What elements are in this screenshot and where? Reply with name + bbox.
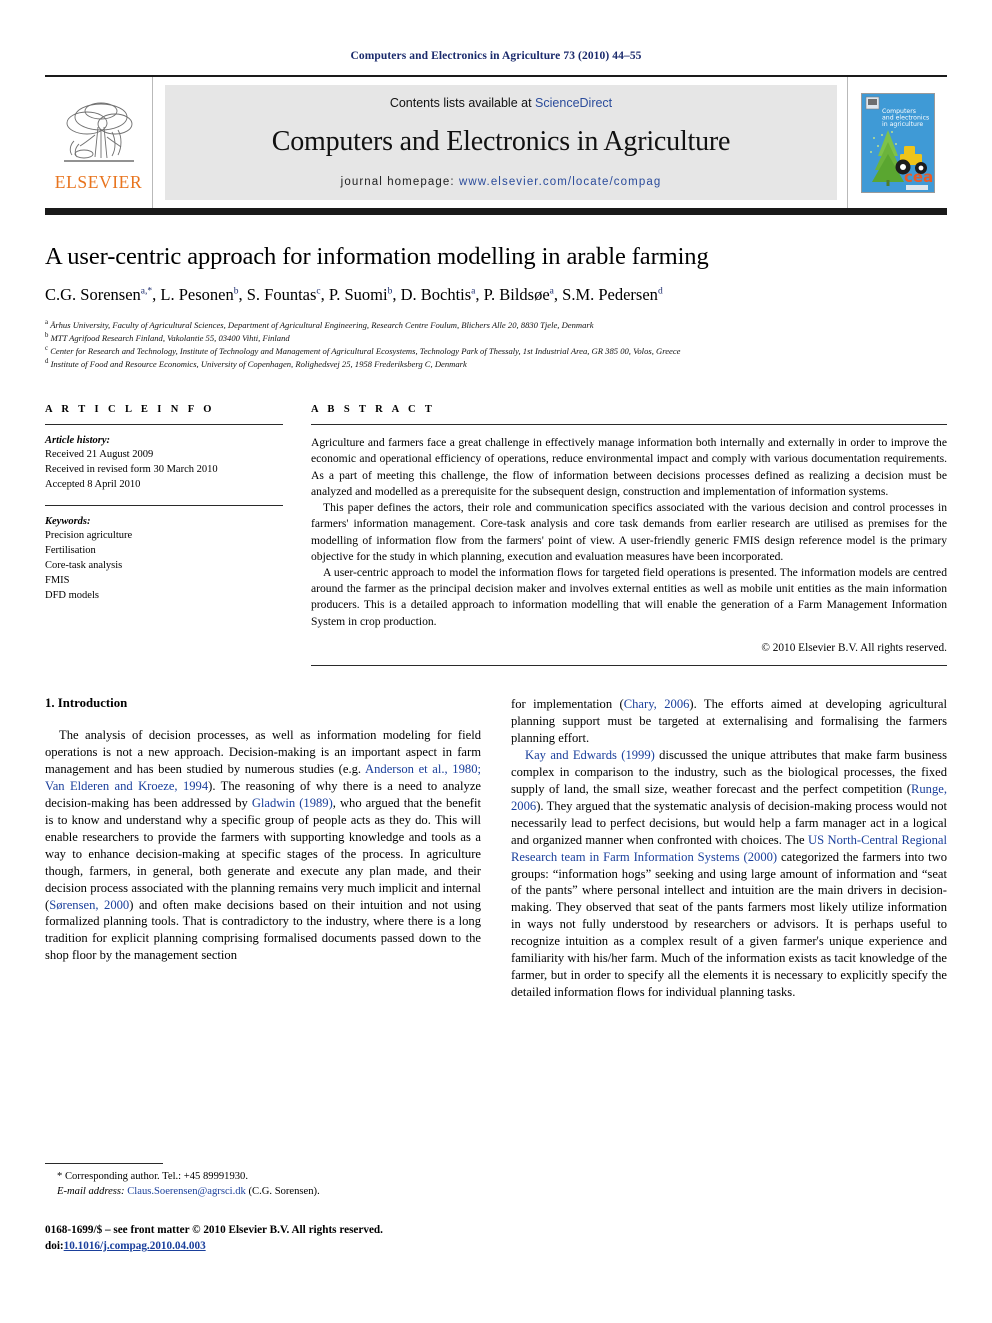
abstract-column: A B S T R A C T Agriculture and farmers … xyxy=(311,404,947,667)
keyword-item: DFD models xyxy=(45,590,99,602)
keyword-item: Precision agriculture xyxy=(45,529,133,541)
affiliation-text: Institute of Food and Resource Economics… xyxy=(50,359,467,370)
svg-text:in agriculture: in agriculture xyxy=(882,121,923,128)
keyword-item: Core-task analysis xyxy=(45,559,123,571)
svg-text:cea: cea xyxy=(904,168,933,186)
affiliation-text: Center for Research and Technology, Inst… xyxy=(50,345,681,356)
doi-prefix: doi: xyxy=(45,1239,64,1252)
article-info-column: A R T I C L E I N F O Article history: R… xyxy=(45,404,283,666)
contents-prefix: Contents lists available at xyxy=(389,95,532,110)
journal-masthead: ELSEVIER Contents lists available at Sci… xyxy=(45,75,947,208)
keywords-rule xyxy=(45,504,283,506)
homepage-prefix: journal homepage: xyxy=(340,175,455,188)
body-paragraph: for implementation (Chary, 2006). The ef… xyxy=(511,697,947,746)
body-column-right: for implementation (Chary, 2006). The ef… xyxy=(511,696,947,1001)
affiliation-text: MTT Agrifood Research Finland, Vakolanti… xyxy=(50,332,290,343)
page-title: A user-centric approach for information … xyxy=(45,243,709,270)
affiliation-marker: b xyxy=(45,332,49,340)
email-link[interactable]: Claus.Soerensen@agrsci.dk xyxy=(127,1186,246,1197)
affiliation-marker: d xyxy=(45,358,49,366)
footnote-rule xyxy=(45,1163,163,1164)
affiliation-marker: a xyxy=(45,319,49,326)
affiliation-item: b MTT Agrifood Research Finland, Vakolan… xyxy=(45,331,947,344)
journal-banner: Contents lists available at ScienceDirec… xyxy=(165,85,837,200)
abstract-paragraph: A user-centric approach to model the inf… xyxy=(311,566,947,628)
journal-cover-thumbnail: Computers and electronics in agriculture xyxy=(860,92,935,193)
author-list: C.G. Sorensena,*, L. Pesonenb, S. Founta… xyxy=(45,285,663,304)
paper-page: Computers and Electronics in Agriculture… xyxy=(0,0,992,1323)
abstract-heading: A B S T R A C T xyxy=(311,404,436,416)
affiliation-list: a Århus University, Faculty of Agricultu… xyxy=(45,318,947,370)
elsevier-logo: ELSEVIER xyxy=(45,77,153,208)
abstract-paragraph: Agriculture and farmers face a great cha… xyxy=(311,436,947,498)
body-paragraph: The analysis of decision processes, as w… xyxy=(45,728,481,963)
article-history-item: Received in revised form 30 March 2010 xyxy=(45,464,218,476)
body-column-left: 1. Introduction The analysis of decision… xyxy=(45,696,481,1001)
affiliation-marker: c xyxy=(45,345,49,353)
contents-available-line: Contents lists available at ScienceDirec… xyxy=(390,96,612,110)
journal-title: Computers and Electronics in Agriculture xyxy=(271,125,731,157)
abstract-bottom-rule xyxy=(311,665,947,667)
abstract-rule xyxy=(311,424,947,426)
issn-block: 0168-1699/$ – see front matter © 2010 El… xyxy=(45,1222,485,1254)
affiliation-item: d Institute of Food and Resource Economi… xyxy=(45,357,947,370)
info-abstract-region: A R T I C L E I N F O Article history: R… xyxy=(45,404,947,667)
sciencedirect-link[interactable]: ScienceDirect xyxy=(535,96,612,110)
article-history-item: Received 21 August 2009 xyxy=(45,449,154,461)
keyword-item: Fertilisation xyxy=(45,544,96,556)
title-block: A user-centric approach for information … xyxy=(45,243,947,370)
email-note: E-mail address: Claus.Soerensen@agrsci.d… xyxy=(45,1184,485,1199)
article-info-heading: A R T I C L E I N F O xyxy=(45,404,215,416)
abstract-copyright: © 2010 Elsevier B.V. All rights reserved… xyxy=(761,641,947,654)
elsevier-wordmark: ELSEVIER xyxy=(54,171,143,192)
doi-link[interactable]: 10.1016/j.compag.2010.04.003 xyxy=(64,1240,206,1252)
body-paragraph: Kay and Edwards (1999) discussed the uni… xyxy=(511,747,948,1000)
affiliation-item: c Center for Research and Technology, In… xyxy=(45,344,947,357)
article-history-label: Article history: xyxy=(45,435,111,447)
article-info-rule xyxy=(45,424,283,426)
keyword-item: FMIS xyxy=(45,574,70,586)
body-columns: 1. Introduction The analysis of decision… xyxy=(45,696,947,1001)
journal-cover-cell: Computers and electronics in agriculture xyxy=(847,77,947,208)
cover-artwork-icon: Computers and electronics in agriculture xyxy=(861,93,934,192)
homepage-url[interactable]: www.elsevier.com/locate/compag xyxy=(459,176,661,188)
keywords-label: Keywords: xyxy=(45,515,91,527)
doi-line: doi:10.1016/j.compag.2010.04.003 xyxy=(45,1238,485,1254)
running-head: Computers and Electronics in Agriculture… xyxy=(350,50,642,62)
issn-line: 0168-1699/$ – see front matter © 2010 El… xyxy=(45,1223,383,1236)
masthead-bottom-rule xyxy=(45,208,947,215)
email-suffix: (C.G. Sorensen). xyxy=(248,1186,320,1198)
email-label: E-mail address: xyxy=(57,1186,125,1198)
corresponding-author-note: * Corresponding author. Tel.: +45 899919… xyxy=(57,1171,249,1182)
footnote-area: * Corresponding author. Tel.: +45 899919… xyxy=(45,1163,485,1254)
article-history-item: Accepted 8 April 2010 xyxy=(45,479,141,491)
elsevier-tree-icon xyxy=(63,102,134,162)
affiliation-item: a Århus University, Faculty of Agricultu… xyxy=(45,318,947,331)
journal-homepage-line: journal homepage: www.elsevier.com/locat… xyxy=(341,176,662,188)
abstract-paragraph: This paper defines the actors, their rol… xyxy=(311,501,947,563)
section-heading-introduction: 1. Introduction xyxy=(45,696,128,711)
affiliation-text: Århus University, Faculty of Agricultura… xyxy=(50,319,594,330)
